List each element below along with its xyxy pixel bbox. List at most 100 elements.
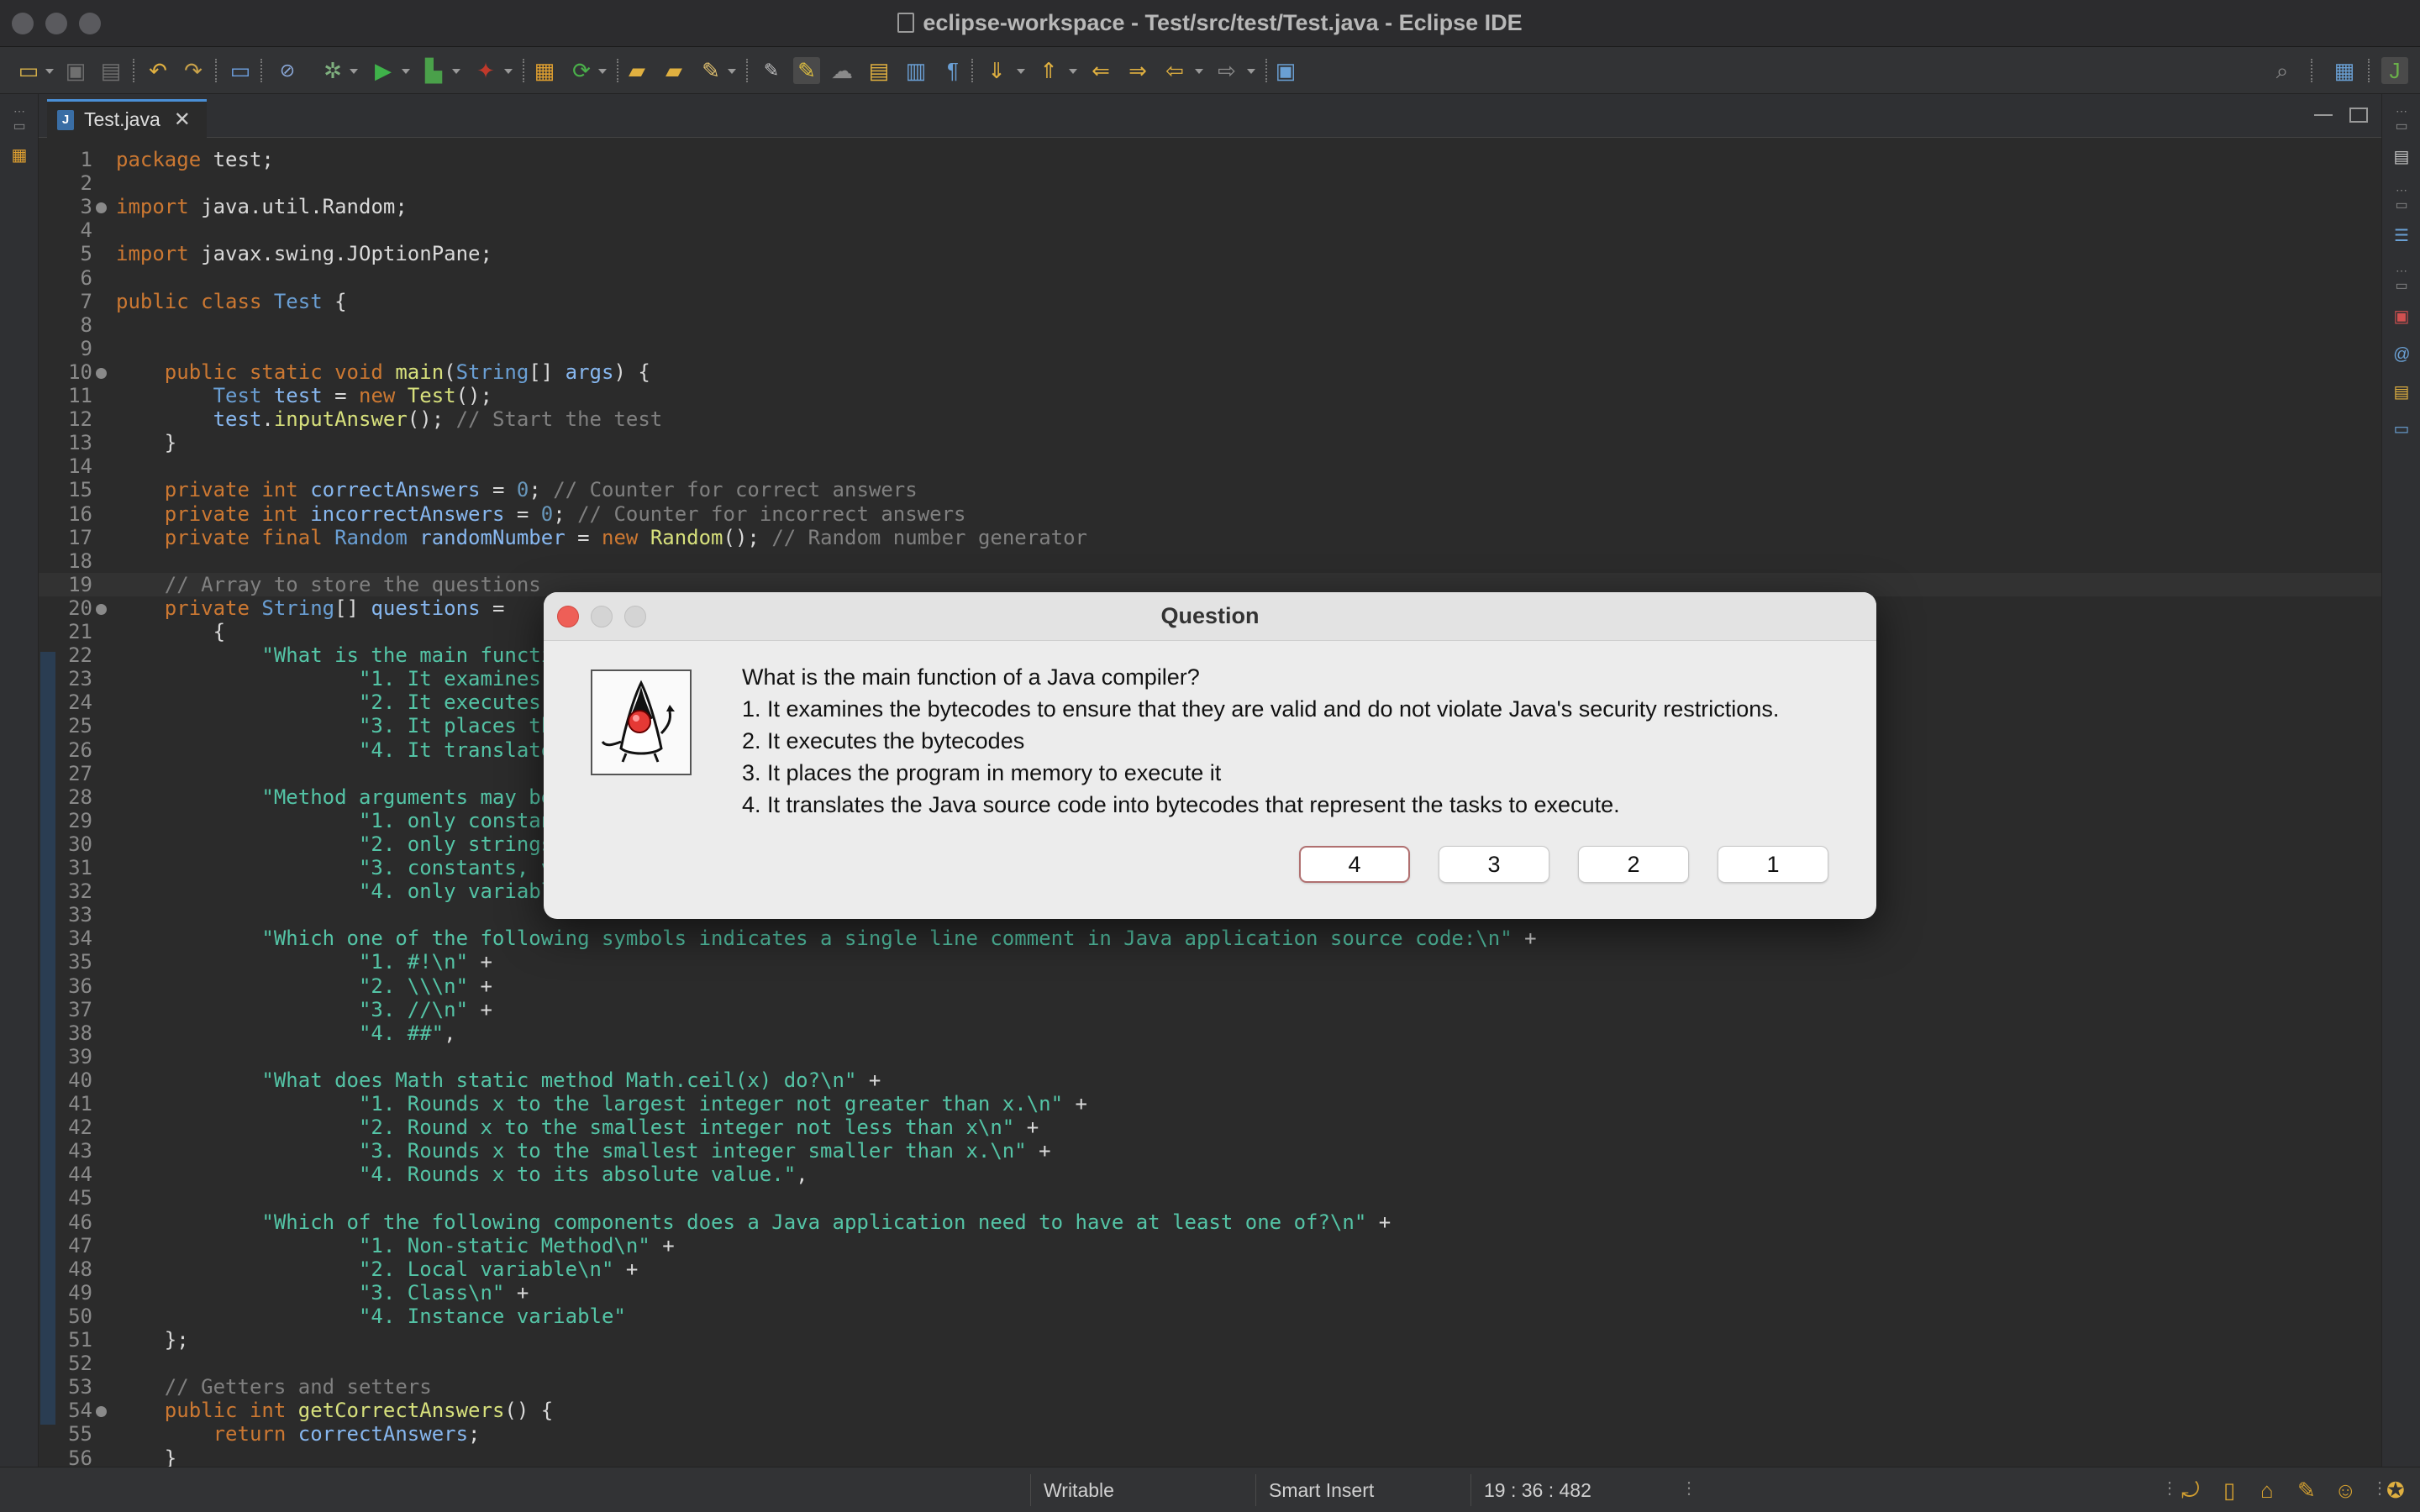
tutorial-icon[interactable]: ⌂ <box>2260 1478 2274 1504</box>
coverage-dropdown-icon[interactable] <box>452 69 460 74</box>
next-edit-icon[interactable]: ⇒ <box>1124 57 1151 84</box>
trim-menu-icon[interactable]: ⋮ <box>2371 1478 2388 1499</box>
forward-dropdown-icon[interactable] <box>1247 69 1255 74</box>
task-list-icon[interactable]: ▤ <box>2391 146 2412 166</box>
previous-annotation-icon[interactable]: ⇑ <box>1035 57 1062 84</box>
search-icon[interactable]: ✎ <box>697 57 724 84</box>
block-selection-icon[interactable]: ☁ <box>829 57 855 84</box>
tab-test-java[interactable]: J Test.java ✕ <box>47 99 207 138</box>
undo-icon[interactable]: ↶ <box>145 57 171 84</box>
fold-toggle-icon[interactable] <box>96 202 107 214</box>
book-icon[interactable]: ▯ <box>2223 1478 2235 1504</box>
answer-button-1[interactable]: 1 <box>1718 846 1828 883</box>
fold-toggle-icon[interactable] <box>96 367 107 379</box>
new-java-project-icon[interactable]: ▦ <box>531 57 558 84</box>
open-type-icon[interactable]: ▰ <box>623 57 650 84</box>
code-line[interactable]: 39 <box>39 1045 2381 1068</box>
word-wrap-icon[interactable]: ▥ <box>902 57 929 84</box>
package-explorer-icon[interactable]: ▦ <box>9 144 29 165</box>
code-line[interactable]: 35 "1. #!\n" + <box>39 950 2381 974</box>
code-line[interactable]: 46 "Which of the following components do… <box>39 1210 2381 1234</box>
code-line[interactable]: 45 <box>39 1186 2381 1210</box>
code-line[interactable]: 36 "2. \\\n" + <box>39 974 2381 998</box>
code-line[interactable]: 51 }; <box>39 1328 2381 1352</box>
code-line[interactable]: 16 private int incorrectAnswers = 0; // … <box>39 502 2381 526</box>
forward-icon[interactable]: ⇨ <box>1213 57 1240 84</box>
code-line[interactable]: 7 public class Test { <box>39 290 2381 313</box>
coverage-icon[interactable]: ▙ <box>420 57 447 84</box>
back-icon[interactable]: ⇦ <box>1161 57 1188 84</box>
declaration-icon[interactable]: ▤ <box>2391 381 2412 402</box>
open-folder-icon[interactable]: ▰ <box>660 57 687 84</box>
code-line[interactable]: 42 "2. Round x to the smallest integer n… <box>39 1116 2381 1139</box>
code-line[interactable]: 2 <box>39 171 2381 195</box>
next-annotation-icon[interactable]: ⇓ <box>983 57 1010 84</box>
external-tools-dropdown-icon[interactable] <box>504 69 513 74</box>
code-line[interactable]: 8 <box>39 313 2381 337</box>
run-icon[interactable]: ▶ <box>370 57 397 84</box>
external-tools-icon[interactable]: ✦ <box>472 57 499 84</box>
code-line[interactable]: 15 private int correctAnswers = 0; // Co… <box>39 478 2381 501</box>
code-line[interactable]: 5 import javax.swing.JOptionPane; <box>39 242 2381 265</box>
terminal-icon[interactable]: ▭ <box>227 57 254 84</box>
show-whitespace-icon[interactable]: ▤ <box>865 57 892 84</box>
code-line[interactable]: 48 "2. Local variable\n" + <box>39 1257 2381 1281</box>
global-search-icon[interactable]: ⌕ <box>2269 57 2296 84</box>
perspective-icon[interactable]: ▦ <box>2331 57 2358 84</box>
code-line[interactable]: 44 "4. Rounds x to its absolute value.", <box>39 1163 2381 1186</box>
wand-icon[interactable]: ✎ <box>2297 1478 2316 1504</box>
next-annotation-dropdown-icon[interactable] <box>1017 69 1025 74</box>
trim-menu-icon[interactable]: ⋮ <box>2161 1478 2178 1499</box>
console-icon[interactable]: ▭ <box>2391 418 2412 438</box>
last-edit-icon[interactable]: ⇐ <box>1087 57 1114 84</box>
outline-icon[interactable]: ☰ <box>2391 225 2412 245</box>
code-line[interactable]: 34 "Which one of the following symbols i… <box>39 927 2381 950</box>
problems-icon[interactable]: ▣ <box>2391 306 2412 326</box>
fold-toggle-icon[interactable] <box>96 1406 107 1418</box>
restore-icon[interactable]: ▭ <box>2391 276 2412 296</box>
code-line[interactable]: 9 <box>39 337 2381 360</box>
pin-editor-icon[interactable]: ▣ <box>1272 57 1299 84</box>
code-line[interactable]: 38 "4. ##", <box>39 1021 2381 1045</box>
code-line[interactable]: 52 <box>39 1352 2381 1375</box>
status-menu-icon[interactable]: ⋮ <box>1681 1478 1697 1499</box>
restore-icon[interactable]: ▭ <box>2391 116 2412 136</box>
toggle-mark-occurrences-icon[interactable]: ✎ <box>758 57 785 84</box>
minimize-icon[interactable] <box>2314 114 2333 116</box>
fold-toggle-icon[interactable] <box>96 603 107 615</box>
code-line[interactable]: 37 "3. //\n" + <box>39 998 2381 1021</box>
code-line[interactable]: 4 <box>39 218 2381 242</box>
code-line[interactable]: 18 <box>39 549 2381 573</box>
code-line[interactable]: 54 public int getCorrectAnswers() { <box>39 1399 2381 1422</box>
pilcrow-icon[interactable]: ¶ <box>939 57 966 84</box>
highlight-icon[interactable]: ✎ <box>793 57 820 84</box>
java-perspective-icon[interactable]: J <box>2381 57 2408 84</box>
previous-annotation-dropdown-icon[interactable] <box>1069 69 1077 74</box>
new-class-dropdown-icon[interactable] <box>598 69 607 74</box>
answer-button-3[interactable]: 3 <box>1439 846 1549 883</box>
code-line[interactable]: 14 <box>39 454 2381 478</box>
code-line[interactable]: 6 <box>39 266 2381 290</box>
lightbulb-icon[interactable]: ✪ <box>2386 1478 2405 1504</box>
tip-icon[interactable]: ⤾ <box>2181 1478 2200 1504</box>
code-line[interactable]: 53 // Getters and setters <box>39 1375 2381 1399</box>
code-line[interactable]: 56 } <box>39 1446 2381 1467</box>
maximize-icon[interactable] <box>2349 108 2368 123</box>
smile-icon[interactable]: ☺ <box>2334 1478 2357 1504</box>
code-line[interactable]: 40 "What does Math static method Math.ce… <box>39 1068 2381 1092</box>
save-icon[interactable]: ▣ <box>62 57 89 84</box>
close-icon[interactable]: ✕ <box>174 108 191 132</box>
answer-button-2[interactable]: 2 <box>1578 846 1689 883</box>
restore-icon[interactable]: ▭ <box>2391 195 2412 215</box>
restore-icon[interactable]: ▭ <box>9 116 29 136</box>
new-dropdown-icon[interactable] <box>45 69 54 74</box>
answer-button-4[interactable]: 4 <box>1299 846 1410 883</box>
javadoc-icon[interactable]: @ <box>2391 344 2412 365</box>
code-line[interactable]: 10 public static void main(String[] args… <box>39 360 2381 384</box>
debug-dropdown-icon[interactable] <box>350 69 358 74</box>
code-line[interactable]: 55 return correctAnswers; <box>39 1422 2381 1446</box>
code-line[interactable]: 12 test.inputAnswer(); // Start the test <box>39 407 2381 431</box>
code-line[interactable]: 50 "4. Instance variable" <box>39 1305 2381 1328</box>
save-all-icon[interactable]: ▤ <box>97 57 124 84</box>
back-dropdown-icon[interactable] <box>1195 69 1203 74</box>
